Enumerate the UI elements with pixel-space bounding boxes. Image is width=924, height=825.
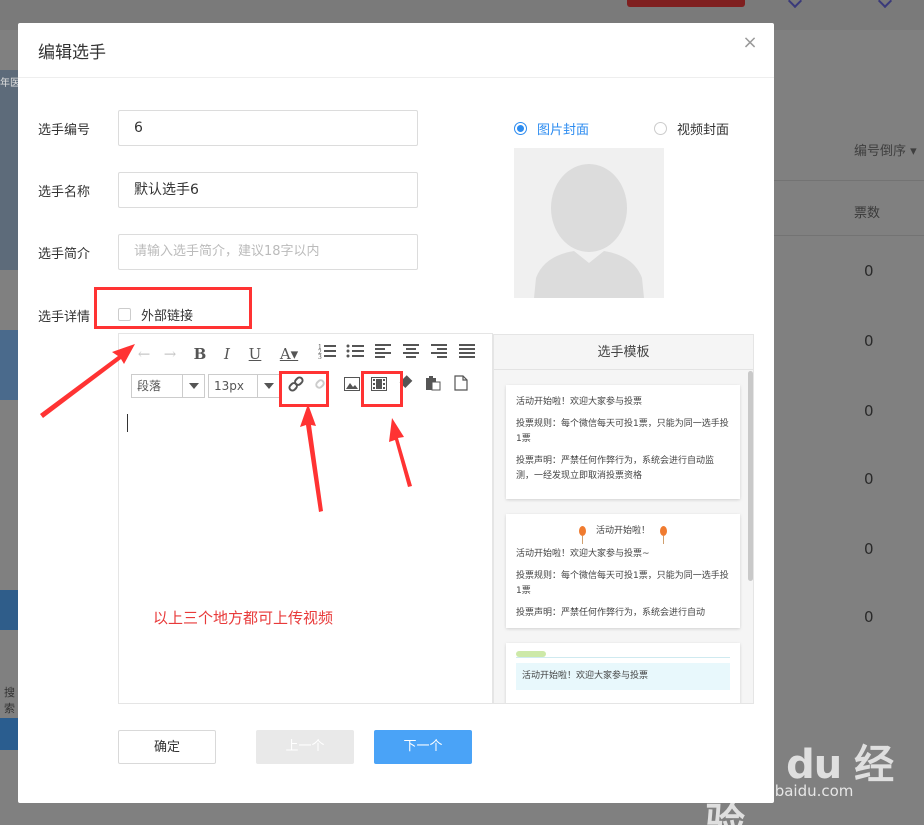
arrow-icon [300, 404, 323, 512]
baidu-watermark: Bai du 经验 jingyan.baidu.com [705, 742, 894, 825]
arrow-icon [40, 344, 135, 418]
annotation-arrows [40, 344, 412, 512]
arrow-icon [389, 418, 412, 487]
